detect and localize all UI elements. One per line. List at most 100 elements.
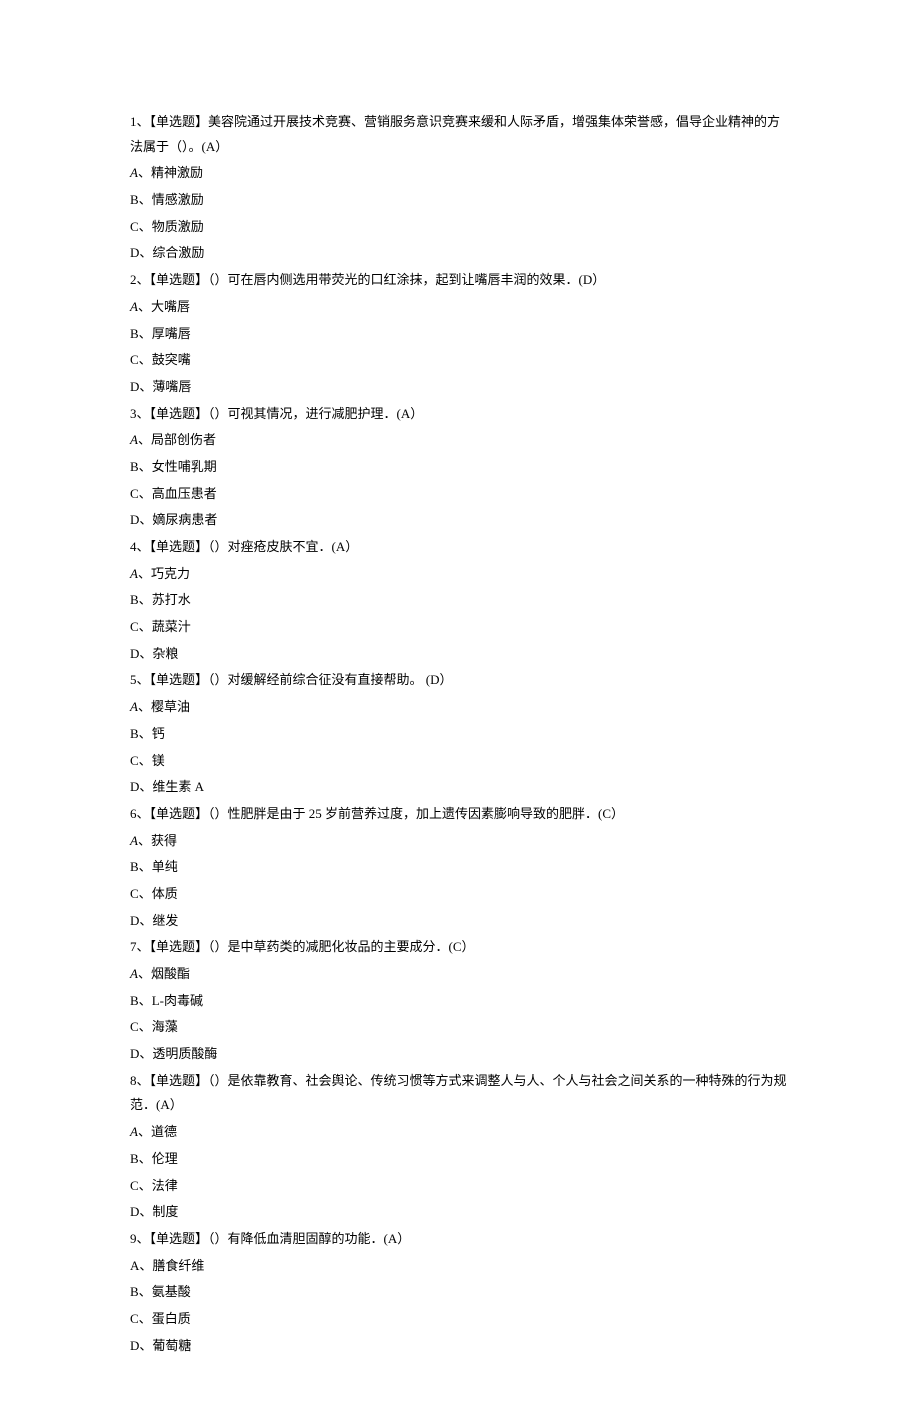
question-block: 3、【单选题】（）可视其情况，进行减肥护理．(A）A、局部创伤者B、女性哺乳期C… [130, 402, 790, 533]
option-text: 继发 [152, 913, 178, 928]
question-option: C、蔬菜汁 [130, 615, 790, 640]
option-separator: 、 [139, 1258, 152, 1273]
question-option: C、法律 [130, 1174, 790, 1199]
question-option: B、氨基酸 [130, 1280, 790, 1305]
option-label: B [130, 726, 139, 741]
option-label: B [130, 1151, 139, 1166]
option-separator: 、 [139, 245, 152, 260]
option-text: 体质 [152, 886, 178, 901]
question-option: C、镁 [130, 749, 790, 774]
option-text: 伦理 [152, 1151, 178, 1166]
question-stem: 8、【单选题】（）是依靠教育、社会舆论、传统习惯等方式来调整人与人、个人与社会之… [130, 1069, 790, 1118]
option-label: C [130, 753, 139, 768]
option-separator: 、 [139, 646, 152, 661]
option-separator: 、 [138, 566, 151, 581]
option-label: B [130, 592, 139, 607]
option-text: L-肉毒碱 [152, 993, 203, 1008]
option-separator: 、 [138, 966, 151, 981]
option-text: 蔬菜汁 [152, 619, 191, 634]
question-option: C、鼓突嘴 [130, 348, 790, 373]
question-option: B、单纯 [130, 855, 790, 880]
question-stem: 4、【单选题】（）对痤疮皮肤不宜．(A） [130, 535, 790, 560]
question-option: D、综合激励 [130, 241, 790, 266]
option-text: 薄嘴唇 [152, 379, 191, 394]
option-separator: 、 [139, 326, 152, 341]
option-label: D [130, 512, 139, 527]
option-text: 维生素 A [152, 779, 204, 794]
question-block: 5、【单选题】（）对缓解经前综合征没有直接帮助。 (D）A、樱草油B、钙C、镁D… [130, 668, 790, 799]
option-label: D [130, 913, 139, 928]
option-text: 嫡尿病患者 [152, 512, 217, 527]
question-option: A、获得 [130, 829, 790, 854]
option-text: 情感激励 [152, 192, 204, 207]
question-stem: 7、【单选题】（）是中草药类的减肥化妆品的主要成分．(C） [130, 935, 790, 960]
option-separator: 、 [139, 859, 152, 874]
option-label: A [130, 1258, 139, 1273]
question-option: C、物质激励 [130, 215, 790, 240]
question-option: B、钙 [130, 722, 790, 747]
option-text: 膳食纤维 [152, 1258, 204, 1273]
question-block: 6、【单选题】（）性肥胖是由于 25 岁前营养过度，加上遗传因素膨响导致的肥胖．… [130, 802, 790, 933]
option-separator: 、 [139, 1311, 152, 1326]
option-label: A [130, 966, 138, 981]
question-option: C、体质 [130, 882, 790, 907]
question-option: B、厚嘴唇 [130, 322, 790, 347]
option-separator: 、 [139, 913, 152, 928]
question-stem: 9、【单选题】（）有降低血清胆固醇的功能．(A） [130, 1227, 790, 1252]
option-label: A [130, 299, 138, 314]
question-option: B、L-肉毒碱 [130, 989, 790, 1014]
option-separator: 、 [139, 886, 152, 901]
option-label: D [130, 245, 139, 260]
option-separator: 、 [139, 512, 152, 527]
option-label: C [130, 486, 139, 501]
option-label: A [130, 165, 138, 180]
option-label: C [130, 1178, 139, 1193]
option-text: 大嘴唇 [151, 299, 190, 314]
option-text: 综合激励 [152, 245, 204, 260]
option-separator: 、 [139, 779, 152, 794]
option-separator: 、 [139, 352, 152, 367]
option-text: 烟酸酯 [151, 966, 190, 981]
option-text: 单纯 [152, 859, 178, 874]
option-text: 鼓突嘴 [152, 352, 191, 367]
option-text: 苏打水 [152, 592, 191, 607]
question-option: A、樱草油 [130, 695, 790, 720]
option-text: 获得 [151, 833, 177, 848]
option-separator: 、 [139, 1204, 152, 1219]
option-label: B [130, 326, 139, 341]
question-option: A、烟酸酯 [130, 962, 790, 987]
option-separator: 、 [138, 1124, 151, 1139]
question-block: 7、【单选题】（）是中草药类的减肥化妆品的主要成分．(C）A、烟酸酯B、L-肉毒… [130, 935, 790, 1066]
option-label: A [130, 432, 138, 447]
option-label: C [130, 1019, 139, 1034]
question-option: B、女性哺乳期 [130, 455, 790, 480]
option-text: 巧克力 [151, 566, 190, 581]
option-label: C [130, 219, 139, 234]
question-block: 4、【单选题】（）对痤疮皮肤不宜．(A）A、巧克力B、苏打水C、蔬菜汁D、杂粮 [130, 535, 790, 666]
question-option: D、杂粮 [130, 642, 790, 667]
option-label: A [130, 699, 138, 714]
question-option: D、薄嘴唇 [130, 375, 790, 400]
option-text: 精神激励 [151, 165, 203, 180]
option-separator: 、 [138, 165, 151, 180]
option-text: 海藻 [152, 1019, 178, 1034]
option-separator: 、 [139, 619, 152, 634]
question-option: C、蛋白质 [130, 1307, 790, 1332]
question-option: C、高血压患者 [130, 482, 790, 507]
option-text: 法律 [152, 1178, 178, 1193]
question-stem: 3、【单选题】（）可视其情况，进行减肥护理．(A） [130, 402, 790, 427]
option-separator: 、 [139, 459, 152, 474]
option-separator: 、 [139, 1046, 152, 1061]
option-label: B [130, 192, 139, 207]
option-label: D [130, 1338, 139, 1353]
question-stem: 5、【单选题】（）对缓解经前综合征没有直接帮助。 (D） [130, 668, 790, 693]
option-text: 钙 [152, 726, 165, 741]
option-label: C [130, 352, 139, 367]
option-separator: 、 [139, 753, 152, 768]
option-separator: 、 [139, 1338, 152, 1353]
option-separator: 、 [139, 1178, 152, 1193]
question-option: A、膳食纤维 [130, 1254, 790, 1279]
question-option: D、继发 [130, 909, 790, 934]
option-separator: 、 [139, 1019, 152, 1034]
option-text: 高血压患者 [152, 486, 217, 501]
